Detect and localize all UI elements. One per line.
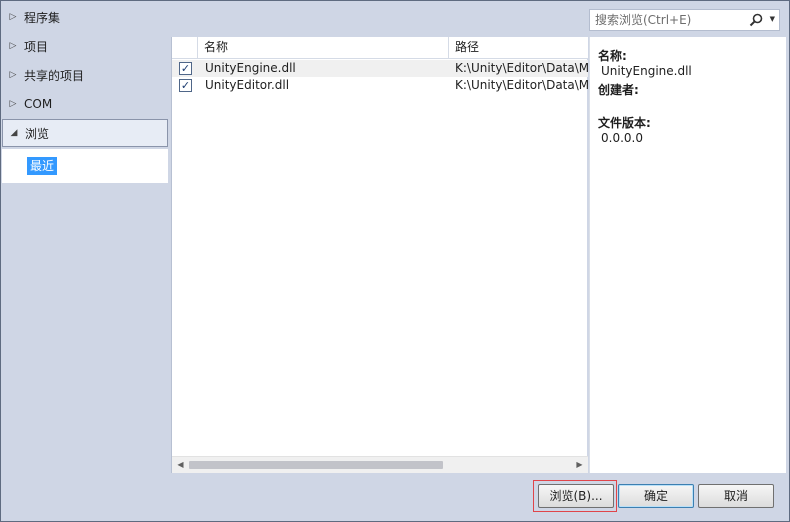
row-name: UnityEngine.dll — [205, 61, 296, 75]
collapse-arrow-icon[interactable]: ◢ — [3, 128, 25, 138]
search-icon[interactable] — [749, 13, 763, 27]
scroll-left-icon[interactable]: ◀ — [172, 457, 189, 473]
reference-list: 名称 路径 ✓ UnityEngine.dll K:\Unity\Editor\… — [171, 37, 588, 473]
add-reference-dialog: ▷ 程序集 ▷ 项目 ▷ 共享的项目 ▷ COM ◢ 浏览 最近 ▼ — [0, 0, 790, 522]
column-header-path[interactable]: 路径 — [449, 37, 588, 58]
category-nav: ▷ 程序集 ▷ 项目 ▷ 共享的项目 ▷ COM ◢ 浏览 最近 — [2, 2, 170, 473]
row-name: UnityEditor.dll — [205, 78, 290, 92]
ok-button[interactable]: 确定 — [618, 484, 694, 508]
cancel-button[interactable]: 取消 — [698, 484, 774, 508]
include-checkbox[interactable]: ✓ — [179, 79, 192, 92]
nav-item-label: 程序集 — [24, 10, 61, 25]
search-input[interactable] — [590, 10, 745, 30]
detail-creator-label: 创建者: — [598, 83, 639, 97]
search-options-dropdown-icon[interactable]: ▼ — [770, 15, 775, 23]
detail-version-label: 文件版本: — [598, 116, 651, 130]
expand-arrow-icon[interactable]: ▷ — [2, 41, 24, 51]
browse-button[interactable]: 浏览(B)... — [538, 484, 614, 508]
table-row[interactable]: ✓ UnityEngine.dll K:\Unity\Editor\Data\M — [172, 60, 588, 77]
nav-item-assemblies[interactable]: ▷ 程序集 — [2, 3, 168, 31]
row-path: K:\Unity\Editor\Data\M — [455, 78, 588, 92]
nav-item-recent[interactable]: 最近 — [27, 157, 58, 175]
expand-arrow-icon[interactable]: ▷ — [2, 70, 24, 80]
detail-pane: 名称: UnityEngine.dll 创建者: 文件版本: 0.0.0.0 — [589, 37, 786, 473]
list-header: 名称 路径 — [172, 37, 588, 59]
table-row[interactable]: ✓ UnityEditor.dll K:\Unity\Editor\Data\M — [172, 77, 588, 94]
row-path: K:\Unity\Editor\Data\M — [455, 61, 588, 75]
column-header-check[interactable] — [172, 37, 198, 58]
expand-arrow-icon[interactable]: ▷ — [2, 12, 24, 22]
column-header-name[interactable]: 名称 — [198, 37, 449, 58]
detail-name-label: 名称: — [598, 49, 627, 63]
scrollbar-thumb[interactable] — [189, 461, 443, 469]
detail-name-value: UnityEngine.dll — [601, 64, 692, 78]
nav-item-shared-projects[interactable]: ▷ 共享的项目 — [2, 61, 168, 89]
scroll-right-icon[interactable]: ▶ — [571, 457, 588, 473]
expand-arrow-icon[interactable]: ▷ — [2, 99, 24, 109]
nav-item-browse[interactable]: ◢ 浏览 — [2, 119, 168, 147]
nav-item-com[interactable]: ▷ COM — [2, 90, 168, 118]
nav-item-label: 项目 — [24, 39, 49, 54]
nav-item-label: COM — [24, 97, 53, 111]
nav-item-label: 共享的项目 — [24, 68, 85, 83]
detail-version-value: 0.0.0.0 — [601, 131, 643, 145]
search-box[interactable]: ▼ — [589, 9, 780, 31]
nav-item-label: 浏览 — [25, 126, 50, 141]
nav-subitems: 最近 — [2, 149, 168, 183]
horizontal-scrollbar[interactable]: ◀ ▶ — [172, 456, 588, 473]
include-checkbox[interactable]: ✓ — [179, 62, 192, 75]
nav-item-projects[interactable]: ▷ 项目 — [2, 32, 168, 60]
